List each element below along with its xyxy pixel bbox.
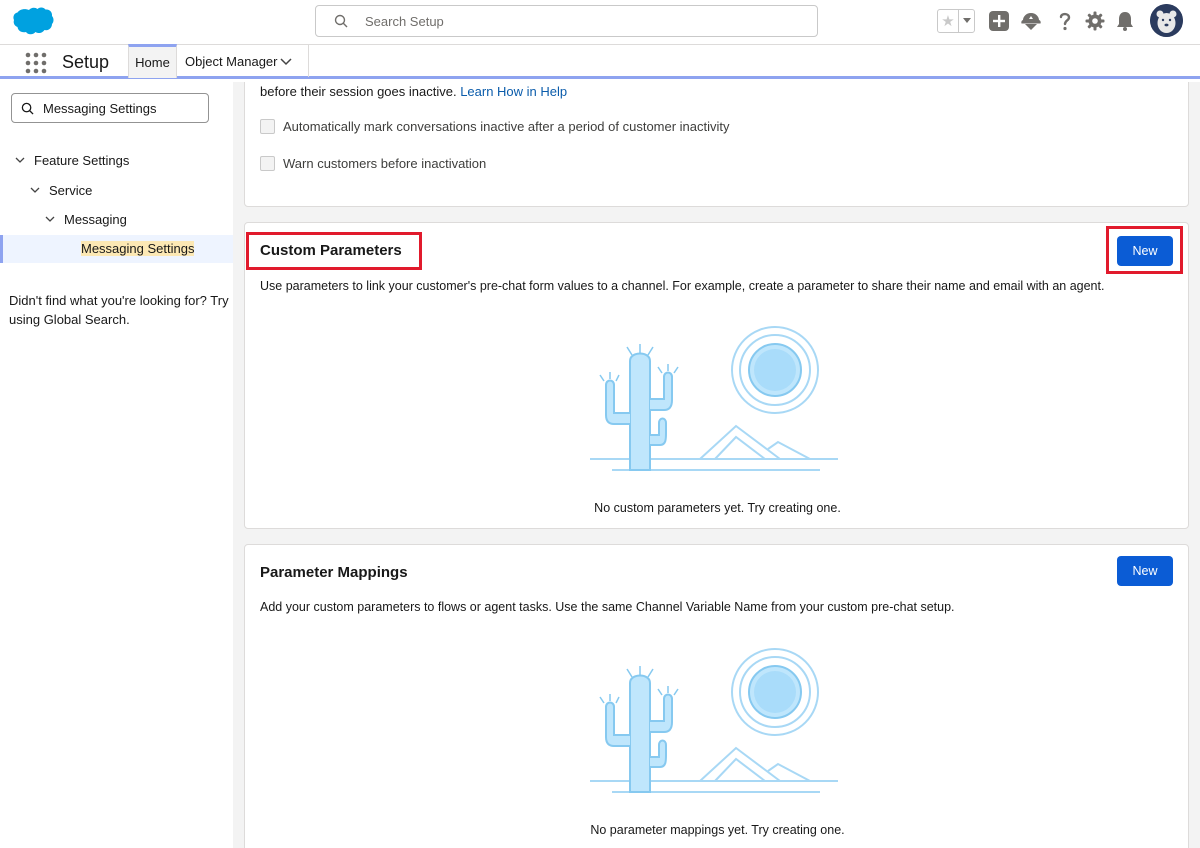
app-name: Setup xyxy=(62,52,110,72)
search-placeholder: Search Setup xyxy=(365,14,444,29)
setup-tree-sidebar: Messaging Settings Feature Settings Serv… xyxy=(0,82,233,848)
favorites-control[interactable]: ★ xyxy=(937,9,975,33)
inactivity-settings-card: before their session goes inactive. Lear… xyxy=(244,82,1189,207)
checkbox-label: Warn customers before inactivation xyxy=(283,156,487,171)
setup-gear-icon[interactable] xyxy=(1084,10,1106,32)
parameter-mappings-card: Parameter Mappings New Add your custom p… xyxy=(244,544,1189,848)
search-icon xyxy=(334,14,348,28)
star-icon[interactable]: ★ xyxy=(938,10,959,32)
global-header: Search Setup ★ xyxy=(0,0,1200,44)
search-icon xyxy=(21,102,34,115)
auto-inactive-checkbox-row[interactable]: Automatically mark conversations inactiv… xyxy=(260,119,730,134)
learn-how-link[interactable]: Learn How in Help xyxy=(460,84,567,99)
title-highlight-box xyxy=(246,232,422,270)
desert-cactus-illustration xyxy=(590,648,838,793)
tab-object-manager[interactable]: Object Manager xyxy=(177,45,309,77)
user-avatar[interactable] xyxy=(1150,4,1183,37)
parameter-mappings-title: Parameter Mappings xyxy=(260,564,408,581)
quick-find-input[interactable]: Messaging Settings xyxy=(11,93,209,123)
warn-customers-checkbox[interactable] xyxy=(260,156,275,171)
tab-home[interactable]: Home xyxy=(128,44,177,78)
auto-inactive-checkbox[interactable] xyxy=(260,119,275,134)
trailhead-guidance-icon[interactable] xyxy=(1020,10,1042,32)
tree-item-messaging[interactable]: Messaging xyxy=(44,209,127,229)
main-content: before their session goes inactive. Lear… xyxy=(233,82,1200,848)
chevron-down-icon[interactable] xyxy=(280,58,292,66)
help-icon[interactable] xyxy=(1054,10,1076,32)
global-search-hint: Didn't find what you're looking for? Try… xyxy=(9,293,229,327)
parameter-mappings-empty-text: No parameter mappings yet. Try creating … xyxy=(590,823,845,837)
inactivity-description-text: before their session goes inactive. xyxy=(260,84,457,99)
tree-item-messaging-settings[interactable]: Messaging Settings xyxy=(0,235,233,263)
chevron-down-icon[interactable] xyxy=(14,154,26,166)
notifications-bell-icon[interactable] xyxy=(1114,10,1136,32)
tree-item-feature-settings[interactable]: Feature Settings xyxy=(14,150,129,170)
tab-object-manager-label: Object Manager xyxy=(185,53,278,69)
app-launcher-icon[interactable] xyxy=(25,52,47,74)
chevron-down-icon[interactable] xyxy=(29,184,41,196)
button-highlight-box xyxy=(1106,226,1183,274)
tree-item-label: Messaging Settings xyxy=(81,241,195,256)
custom-parameters-description: Use parameters to link your customer's p… xyxy=(260,279,1105,293)
chevron-down-icon[interactable] xyxy=(44,213,56,225)
custom-parameters-card: Custom Parameters New Use parameters to … xyxy=(244,222,1189,529)
tab-home-label: Home xyxy=(135,55,170,70)
tree-item-label: Messaging xyxy=(64,211,127,227)
checkbox-label: Automatically mark conversations inactiv… xyxy=(283,119,730,134)
favorites-dropdown-icon[interactable] xyxy=(959,10,974,32)
inactivity-description: before their session goes inactive. Lear… xyxy=(260,84,567,99)
global-search[interactable]: Search Setup xyxy=(315,5,818,37)
desert-cactus-illustration xyxy=(590,326,838,471)
tree-item-label: Feature Settings xyxy=(34,152,130,168)
new-parameter-mapping-button[interactable]: New xyxy=(1117,556,1173,586)
tree-item-label: Service xyxy=(49,182,93,198)
parameter-mappings-description: Add your custom parameters to flows or a… xyxy=(260,600,955,614)
tree-item-service[interactable]: Service xyxy=(29,180,92,200)
warn-customers-checkbox-row[interactable]: Warn customers before inactivation xyxy=(260,156,486,171)
salesforce-logo[interactable] xyxy=(12,6,54,36)
setup-nav-bar: Setup Home Object Manager xyxy=(0,44,1200,79)
global-actions-add-icon[interactable] xyxy=(988,10,1010,32)
custom-parameters-empty-text: No custom parameters yet. Try creating o… xyxy=(594,501,841,515)
quick-find-value: Messaging Settings xyxy=(43,101,157,116)
